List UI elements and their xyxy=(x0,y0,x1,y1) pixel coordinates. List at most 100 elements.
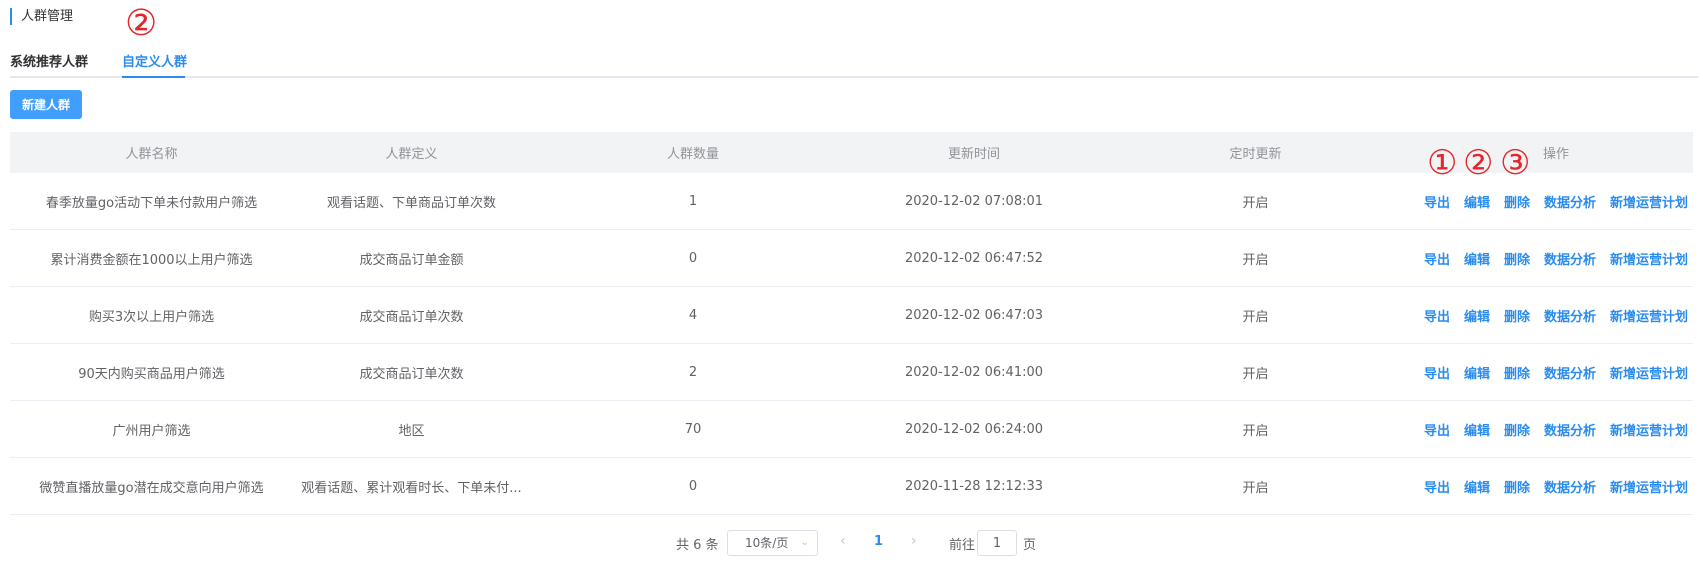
column-header-definition: 人群定义 xyxy=(385,147,438,162)
cell-definition: 成交商品订单次数 xyxy=(359,366,464,382)
page-number-current[interactable]: 1 xyxy=(874,534,883,549)
annotation-mark-export: ① xyxy=(1427,143,1458,183)
analytics-link[interactable]: 数据分析 xyxy=(1544,363,1596,382)
annotation-mark-tab: ② xyxy=(125,3,158,44)
chevron-down-icon: ⌄ xyxy=(800,537,809,548)
cell-updated: 2020-12-02 07:08:01 xyxy=(904,193,1044,209)
cell-schedule: 开启 xyxy=(1242,309,1269,325)
cell-count: 0 xyxy=(688,478,698,494)
tab-system-recommended[interactable]: 系统推荐人群 xyxy=(10,51,88,70)
export-link[interactable]: 导出 xyxy=(1424,363,1450,382)
edit-link[interactable]: 编辑 xyxy=(1464,306,1490,325)
cell-name: 微赞直播放量go潜在成交意向用户筛选 xyxy=(39,480,264,496)
analytics-link[interactable]: 数据分析 xyxy=(1544,477,1596,496)
cell-updated: 2020-12-02 06:24:00 xyxy=(904,421,1044,437)
page-size-value: 10条/页 xyxy=(745,536,789,550)
export-link[interactable]: 导出 xyxy=(1424,477,1450,496)
tab-bar: 系统推荐人群 自定义人群 xyxy=(10,44,1698,78)
add-plan-link[interactable]: 新增运营计划 xyxy=(1610,477,1688,496)
column-header-actions: 操作 xyxy=(1542,147,1569,162)
add-plan-link[interactable]: 新增运营计划 xyxy=(1610,420,1688,439)
analytics-link[interactable]: 数据分析 xyxy=(1544,306,1596,325)
edit-link[interactable]: 编辑 xyxy=(1464,249,1490,268)
export-link[interactable]: 导出 xyxy=(1424,249,1450,268)
add-plan-link[interactable]: 新增运营计划 xyxy=(1610,249,1688,268)
cell-count: 1 xyxy=(688,193,698,209)
cell-schedule: 开启 xyxy=(1242,252,1269,268)
analytics-link[interactable]: 数据分析 xyxy=(1544,249,1596,268)
add-plan-link[interactable]: 新增运营计划 xyxy=(1610,363,1688,382)
group-table: 人群名称 人群定义 人群数量 更新时间 定时更新 操作 春季放量go活动下单未付… xyxy=(10,132,1693,515)
cell-actions: 导出 编辑 删除 数据分析 新增运营计划 xyxy=(1419,249,1693,268)
table-row: 累计消费金额在1000以上用户筛选 成交商品订单金额 0 2020-12-02 06:… xyxy=(10,230,1693,287)
goto-label: 前往 xyxy=(949,538,976,553)
edit-link[interactable]: 编辑 xyxy=(1464,420,1490,439)
column-header-name: 人群名称 xyxy=(125,147,178,162)
cell-name: 90天内购买商品用户筛选 xyxy=(78,366,225,382)
annotation-mark-edit: ② xyxy=(1463,143,1494,183)
cell-actions: 导出 编辑 删除 数据分析 新增运营计划 xyxy=(1419,420,1693,439)
prev-page-icon[interactable]: ‹ xyxy=(840,533,846,549)
cell-definition: 观看话题、累计观看时长、下单未付... xyxy=(301,480,522,496)
page-title: 人群管理 xyxy=(10,8,73,25)
delete-link[interactable]: 删除 xyxy=(1504,249,1530,268)
cell-count: 0 xyxy=(688,250,698,266)
cell-schedule: 开启 xyxy=(1242,423,1269,439)
next-page-icon[interactable]: › xyxy=(911,533,917,549)
cell-name: 购买3次以上用户筛选 xyxy=(88,309,215,325)
cell-actions: 导出 编辑 删除 数据分析 新增运营计划 xyxy=(1419,192,1693,211)
export-link[interactable]: 导出 xyxy=(1424,306,1450,325)
cell-updated: 2020-12-02 06:47:52 xyxy=(904,250,1044,266)
tab-custom[interactable]: 自定义人群 xyxy=(122,51,187,70)
delete-link[interactable]: 删除 xyxy=(1504,192,1530,211)
cell-updated: 2020-12-02 06:47:03 xyxy=(904,307,1044,323)
delete-link[interactable]: 删除 xyxy=(1504,477,1530,496)
analytics-link[interactable]: 数据分析 xyxy=(1544,420,1596,439)
cell-definition: 地区 xyxy=(398,423,425,439)
delete-link[interactable]: 删除 xyxy=(1504,420,1530,439)
cell-actions: 导出 编辑 删除 数据分析 新增运营计划 xyxy=(1419,306,1693,325)
analytics-link[interactable]: 数据分析 xyxy=(1544,192,1596,211)
pagination: 共 6 条 10条/页 ⌄ ‹ 1 › 前往 页 xyxy=(0,527,1703,557)
add-plan-link[interactable]: 新增运营计划 xyxy=(1610,306,1688,325)
export-link[interactable]: 导出 xyxy=(1424,192,1450,211)
annotation-mark-delete: ③ xyxy=(1500,143,1531,183)
export-link[interactable]: 导出 xyxy=(1424,420,1450,439)
cell-schedule: 开启 xyxy=(1242,195,1269,211)
cell-count: 70 xyxy=(684,421,702,437)
cell-definition: 成交商品订单次数 xyxy=(359,309,464,325)
delete-link[interactable]: 删除 xyxy=(1504,363,1530,382)
cell-definition: 观看话题、下单商品订单次数 xyxy=(326,195,496,211)
cell-name: 累计消费金额在1000以上用户筛选 xyxy=(50,252,253,268)
add-plan-link[interactable]: 新增运营计划 xyxy=(1610,192,1688,211)
table-row: 90天内购买商品用户筛选 成交商品订单次数 2 2020-12-02 06:41:00… xyxy=(10,344,1693,401)
new-group-button[interactable]: 新建人群 xyxy=(10,90,82,119)
cell-updated: 2020-11-28 12:12:33 xyxy=(904,478,1044,494)
cell-updated: 2020-12-02 06:41:00 xyxy=(904,364,1044,380)
cell-count: 4 xyxy=(688,307,698,323)
column-header-count: 人群数量 xyxy=(666,147,719,162)
cell-actions: 导出 编辑 删除 数据分析 新增运营计划 xyxy=(1419,477,1693,496)
cell-name: 春季放量go活动下单未付款用户筛选 xyxy=(45,195,258,211)
delete-link[interactable]: 删除 xyxy=(1504,306,1530,325)
table-row: 微赞直播放量go潜在成交意向用户筛选 观看话题、累计观看时长、下单未付... 0 20… xyxy=(10,458,1693,515)
edit-link[interactable]: 编辑 xyxy=(1464,192,1490,211)
edit-link[interactable]: 编辑 xyxy=(1464,363,1490,382)
cell-actions: 导出 编辑 删除 数据分析 新增运营计划 xyxy=(1419,363,1693,382)
goto-page-input[interactable] xyxy=(977,530,1017,556)
cell-schedule: 开启 xyxy=(1242,366,1269,382)
column-header-schedule: 定时更新 xyxy=(1229,147,1282,162)
goto-suffix: 页 xyxy=(1023,538,1037,553)
table-row: 购买3次以上用户筛选 成交商品订单次数 4 2020-12-02 06:47:03 开启… xyxy=(10,287,1693,344)
cell-schedule: 开启 xyxy=(1242,480,1269,496)
active-tab-indicator xyxy=(122,76,185,78)
table-row: 广州用户筛选 地区 70 2020-12-02 06:24:00 开启 导出 编辑 删除 数据分… xyxy=(10,401,1693,458)
cell-name: 广州用户筛选 xyxy=(112,423,191,439)
table-body: 春季放量go活动下单未付款用户筛选 观看话题、下单商品订单次数 1 2020-12-0… xyxy=(10,173,1693,515)
cell-definition: 成交商品订单金额 xyxy=(359,252,464,268)
page-size-select[interactable]: 10条/页 ⌄ xyxy=(727,530,818,556)
cell-count: 2 xyxy=(688,364,698,380)
page: 人群管理 ② 系统推荐人群 自定义人群 新建人群 人群名称 人群定义 人群数量 … xyxy=(0,0,1703,567)
edit-link[interactable]: 编辑 xyxy=(1464,477,1490,496)
pagination-total: 共 6 条 xyxy=(676,538,719,553)
